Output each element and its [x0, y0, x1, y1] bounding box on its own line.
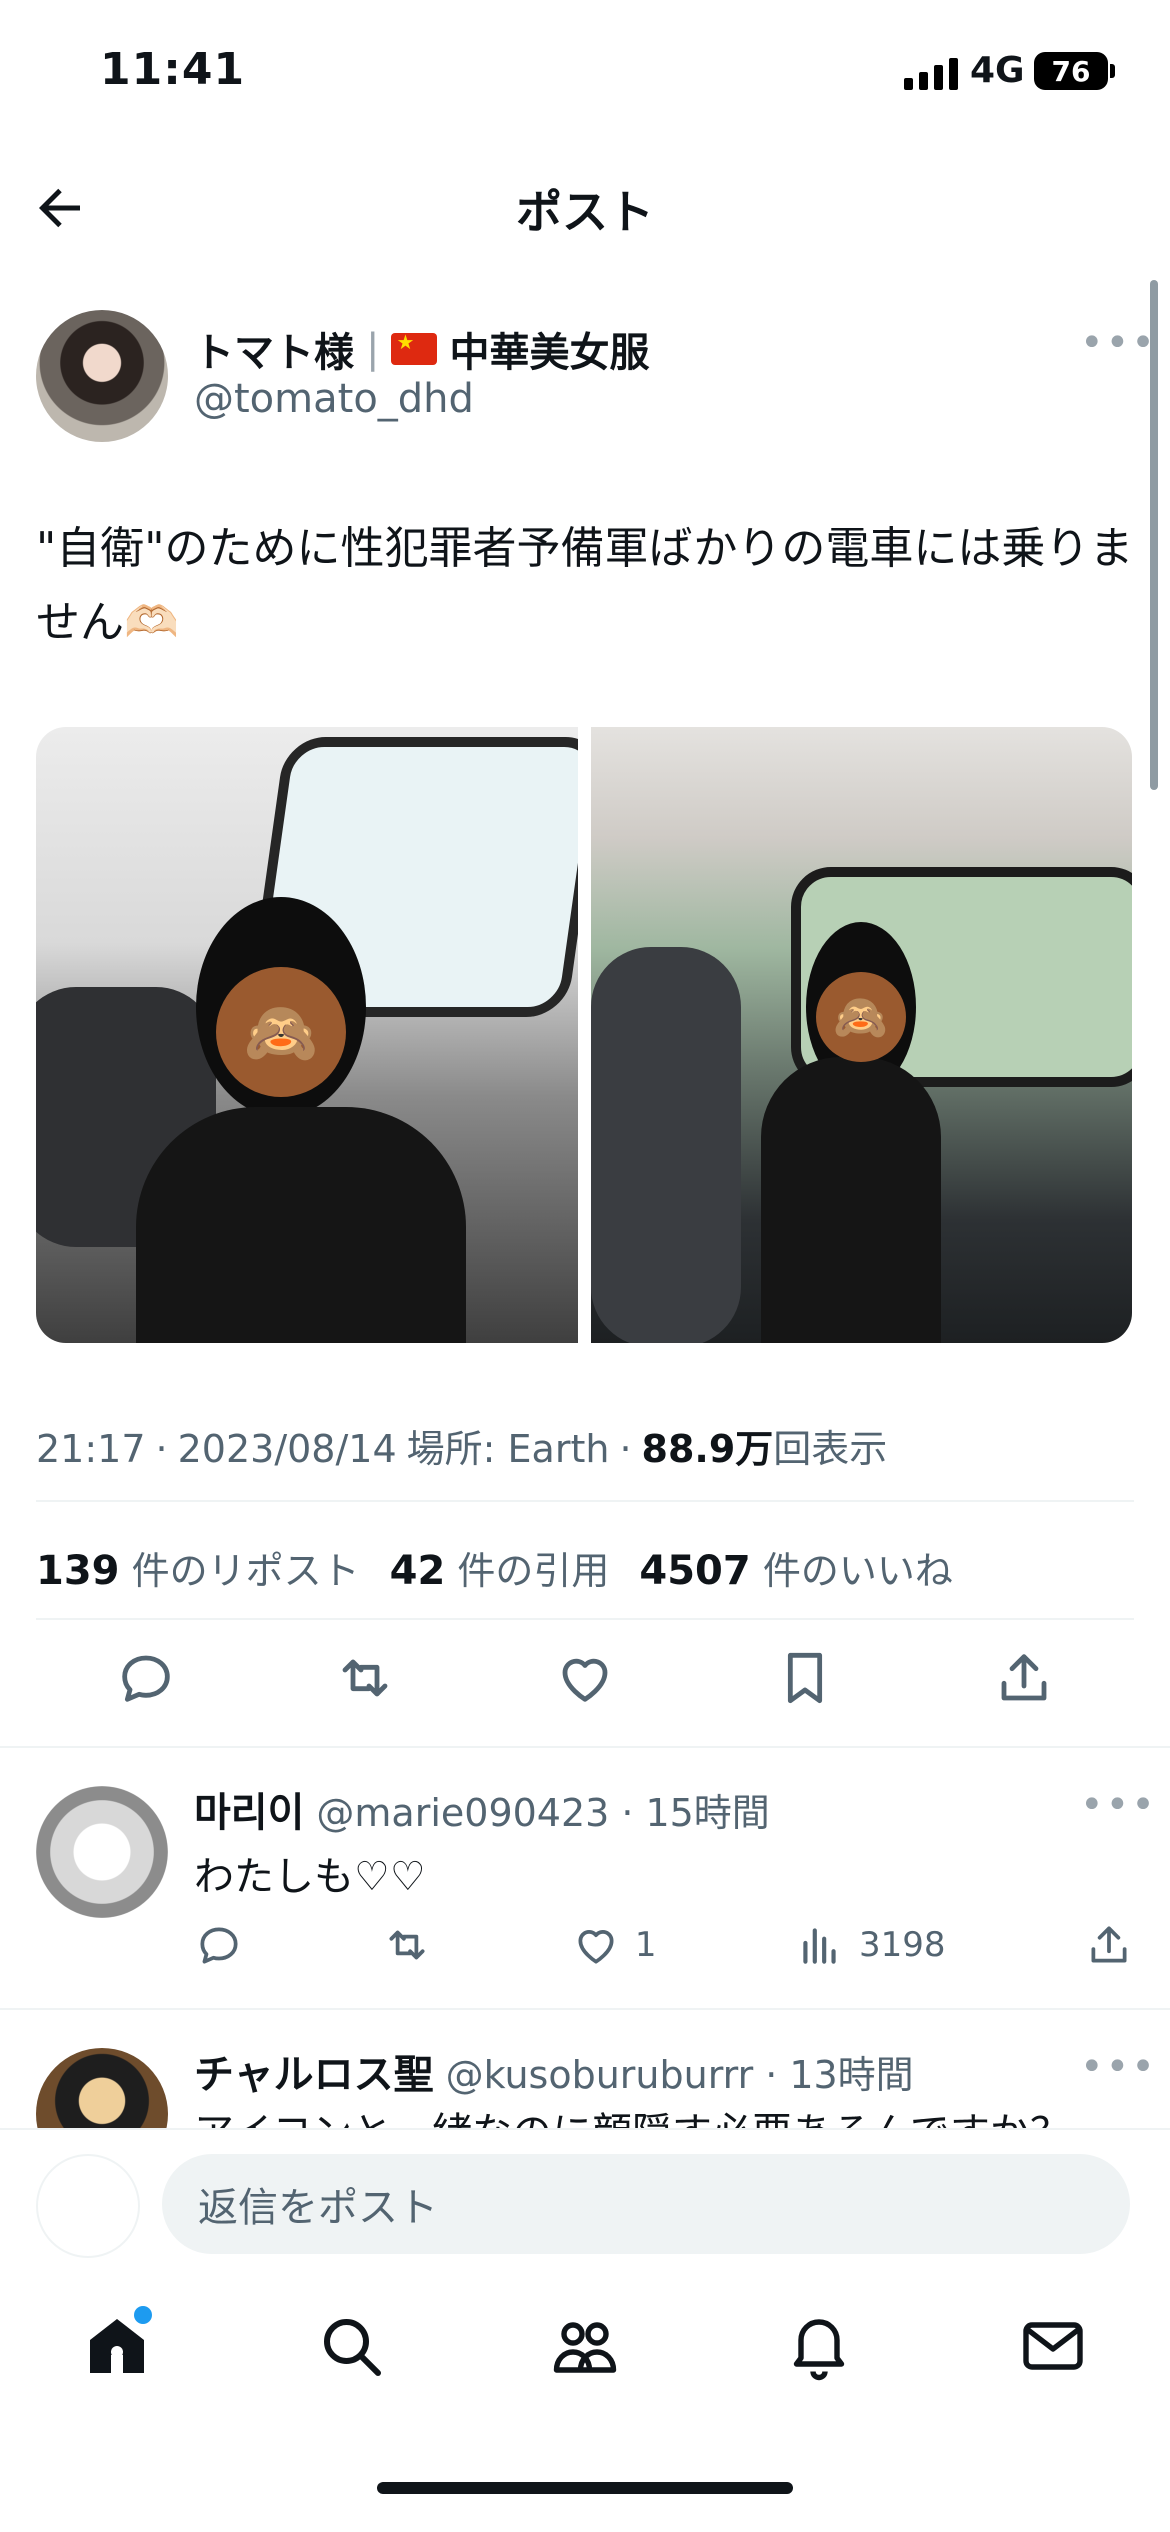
reply-time: 13時間: [789, 2053, 914, 2097]
views-label: 回表示: [773, 1427, 888, 1471]
home-indicator[interactable]: [377, 2482, 793, 2494]
reply-button[interactable]: [114, 1646, 178, 1710]
reply-author-name[interactable]: 마리이: [194, 1780, 304, 1838]
divider: [0, 1746, 1170, 1748]
like-button[interactable]: 1: [571, 1920, 657, 1970]
reply-header: チャルロス聖 @kusoburuburrr · 13時間: [194, 2042, 914, 2100]
likes-label: 件のいいね: [762, 1549, 953, 1593]
likes-count: 4507: [639, 1548, 751, 1594]
reply-icon: [122, 1655, 170, 1702]
tab-notifications[interactable]: [783, 2310, 855, 2386]
dress-shape: [760, 1057, 941, 1343]
divider: [0, 2008, 1170, 2010]
quotes-count: 42: [389, 1548, 446, 1594]
share-button[interactable]: [992, 1646, 1056, 1710]
communities-icon: [553, 2322, 617, 2373]
dress-shape: [136, 1107, 466, 1343]
tweet-photo[interactable]: 🙈: [36, 727, 578, 1343]
reply-header: 마리이 @marie090423 · 15時間: [194, 1780, 770, 1838]
author-handle[interactable]: @tomato_dhd: [194, 376, 474, 422]
see-no-evil-monkey-icon: 🙈: [216, 967, 346, 1097]
reposts-label: 件のリポスト: [131, 1549, 360, 1593]
more-options-icon[interactable]: •••: [1080, 320, 1157, 366]
meta-dot: ·: [765, 2053, 778, 2097]
name-separator: |: [366, 326, 380, 372]
reply-text: わたしも♡♡: [194, 1854, 426, 1900]
engagement-stats: 139 件のリポスト 42 件の引用 4507 件のいいね: [36, 1540, 953, 1595]
divider: [36, 1618, 1134, 1620]
status-time: 11:41: [100, 44, 246, 95]
divider: [36, 1500, 1134, 1502]
tweet-media: 🙈 🙈: [36, 727, 1132, 1343]
views-count: 3198: [859, 1925, 946, 1965]
author-name-text: トマト様: [194, 330, 354, 376]
share-button[interactable]: [1084, 1920, 1134, 1970]
author-name[interactable]: トマト様 | 中華美女服: [194, 320, 649, 378]
views-button[interactable]: 3198: [795, 1920, 946, 1970]
more-options-icon[interactable]: •••: [1080, 1782, 1157, 1828]
like-icon: [578, 1930, 614, 1964]
china-flag-icon: [391, 330, 438, 365]
reposts-stat[interactable]: 139 件のリポスト: [36, 1540, 360, 1595]
messages-icon: [1023, 2322, 1083, 2370]
network-type: 4G: [970, 50, 1025, 91]
reply-icon: [200, 1927, 238, 1964]
views-count[interactable]: 88.9万: [642, 1427, 774, 1471]
bookmark-icon: [787, 1652, 822, 1704]
author-avatar[interactable]: [36, 310, 168, 442]
tweet-date: 2023/08/14: [177, 1427, 397, 1471]
notifications-icon: [793, 2319, 845, 2381]
reply-handle[interactable]: @marie090423: [316, 1791, 609, 1835]
likes-stat[interactable]: 4507 件のいいね: [639, 1540, 952, 1595]
author-name-suffix: 中華美女服: [449, 330, 650, 376]
bookmark-button[interactable]: [773, 1646, 837, 1710]
tweet-time: 21:17: [36, 1427, 146, 1471]
battery-tip: [1110, 64, 1115, 78]
reply-handle[interactable]: @kusoburuburrr: [446, 2053, 754, 2097]
cellular-signal-icon: [904, 56, 958, 90]
like-icon: [562, 1658, 608, 1702]
see-no-evil-monkey-icon: 🙈: [815, 972, 906, 1062]
tab-bar-items: [0, 2310, 1170, 2386]
tweet-meta: 21:17 · 2023/08/14 場所: Earth · 88.9万回表示: [36, 1418, 887, 1473]
more-options-icon[interactable]: •••: [1080, 2044, 1157, 2090]
search-icon: [324, 2319, 381, 2376]
home-notification-dot: [134, 2306, 152, 2324]
repost-button[interactable]: [382, 1920, 432, 1970]
like-count: 1: [634, 1925, 657, 1965]
battery-indicator: 76: [1034, 52, 1108, 90]
share-icon: [1091, 1926, 1127, 1963]
tweet-text: "自衛"のために性犯罪者予備軍ばかりの電車には乗りません🫶🏻: [36, 523, 1134, 648]
like-button[interactable]: [553, 1646, 617, 1710]
views-icon: [803, 1928, 836, 1964]
meta-dot: ·: [619, 1427, 632, 1471]
tab-messages[interactable]: [1017, 2310, 1089, 2386]
reply-button[interactable]: [194, 1920, 244, 1970]
meta-dot: ·: [621, 1791, 634, 1835]
tweet-action-bar: [36, 1646, 1134, 1710]
reply-time: 15時間: [645, 1791, 770, 1835]
composer-avatar: [36, 2154, 140, 2258]
tweet-photo[interactable]: 🙈: [590, 727, 1132, 1343]
tab-search[interactable]: [315, 2310, 387, 2386]
back-arrow-icon: [39, 188, 80, 228]
reply-action-bar: 1 3198: [194, 1920, 1134, 1970]
quotes-label: 件の引用: [457, 1549, 610, 1593]
repost-icon: [342, 1659, 388, 1697]
reply-author-name[interactable]: チャルロス聖: [194, 2042, 434, 2100]
tweet-place: 場所: Earth: [406, 1427, 610, 1471]
tab-communities[interactable]: [549, 2310, 621, 2386]
repost-button[interactable]: [333, 1646, 397, 1710]
reply-input[interactable]: 返信をポスト: [162, 2154, 1130, 2254]
back-button[interactable]: [30, 178, 90, 238]
quotes-stat[interactable]: 42 件の引用: [390, 1540, 610, 1595]
share-icon: [1001, 1654, 1047, 1701]
reply-avatar[interactable]: [36, 1786, 168, 1918]
meta-dot: ·: [155, 1427, 168, 1471]
page-title: ポスト: [516, 185, 654, 239]
reposts-count: 139: [36, 1548, 120, 1594]
car-seat: [590, 947, 741, 1343]
repost-icon: [389, 1930, 425, 1960]
